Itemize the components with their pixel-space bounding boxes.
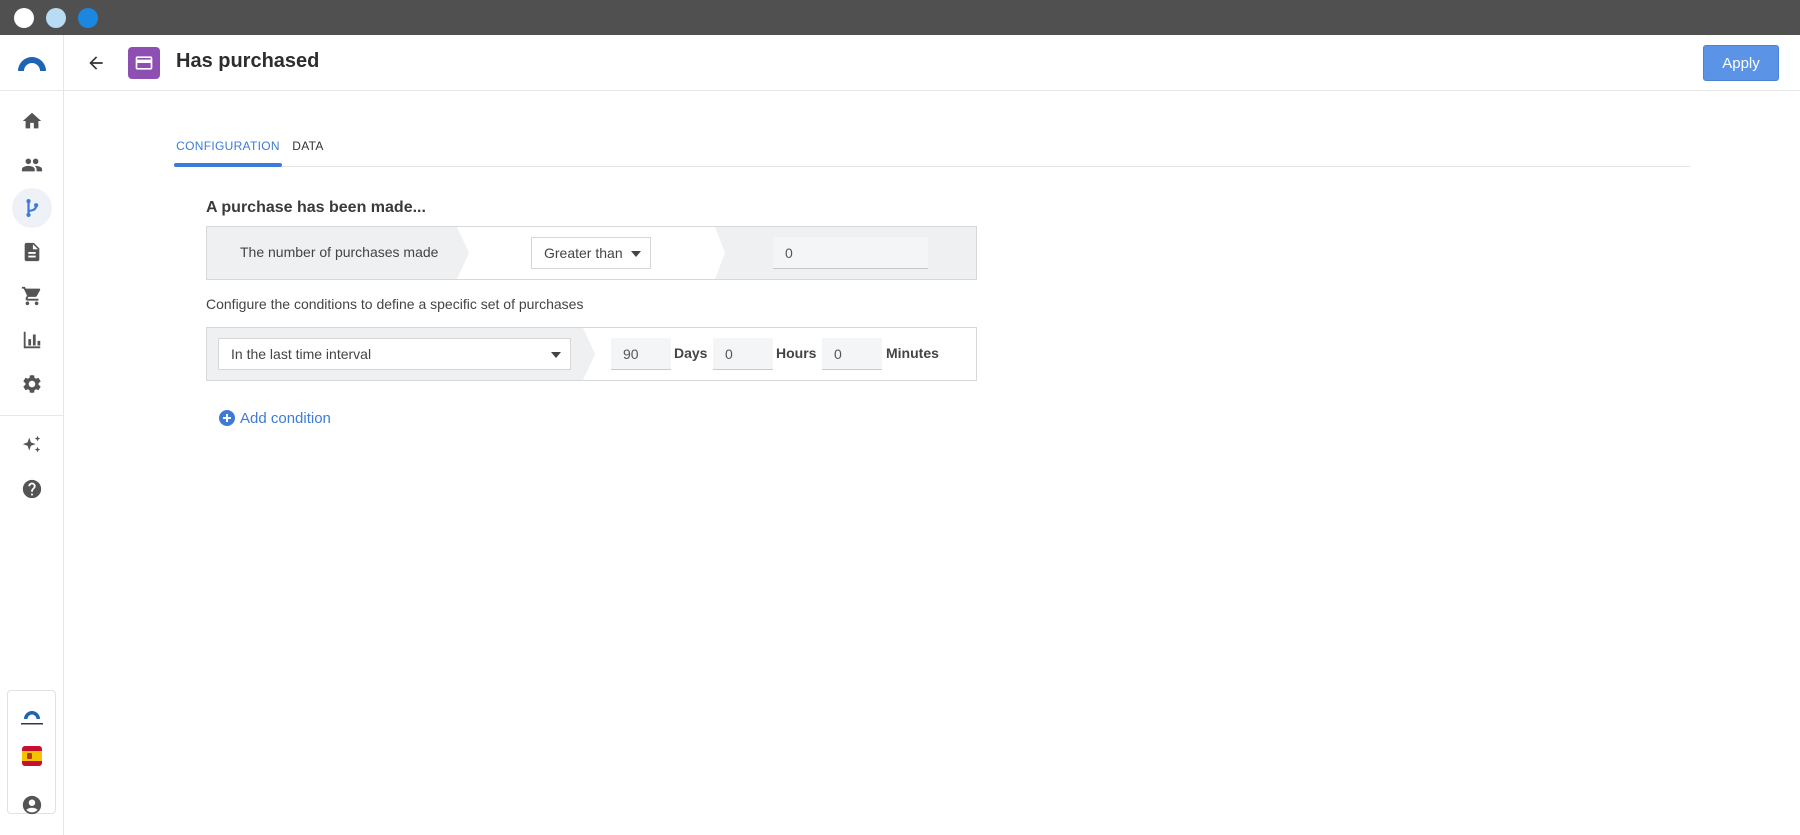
add-condition-label: Add condition xyxy=(240,409,331,427)
time-mode-select-value: In the last time interval xyxy=(231,346,372,362)
segment-arrow-icon xyxy=(457,227,469,279)
back-button[interactable] xyxy=(82,49,110,77)
sidebar-divider xyxy=(0,415,63,416)
tab-data[interactable]: DATA xyxy=(282,125,334,167)
node-type-badge xyxy=(128,47,160,79)
time-mode-select[interactable]: In the last time interval xyxy=(218,338,571,370)
sidebar-item-workflows[interactable] xyxy=(12,188,52,228)
cart-icon xyxy=(21,286,41,306)
bar-chart-icon xyxy=(23,331,41,349)
gear-icon xyxy=(23,375,41,393)
minutes-input[interactable] xyxy=(822,338,882,370)
window-close-button[interactable] xyxy=(14,8,34,28)
sidebar-item-content[interactable] xyxy=(12,232,52,272)
sparkles-icon xyxy=(22,435,41,453)
people-icon xyxy=(21,158,43,172)
sidebar-item-settings[interactable] xyxy=(12,364,52,404)
sidebar-item-help[interactable] xyxy=(12,469,52,509)
window-maximize-button[interactable] xyxy=(78,8,98,28)
minutes-label: Minutes xyxy=(886,345,939,361)
sidebar-item-purchases[interactable] xyxy=(12,276,52,316)
sidebar-item-account[interactable] xyxy=(12,785,52,825)
time-interval-condition: In the last time interval Days Hours Min… xyxy=(206,327,977,381)
language-flag-icon[interactable] xyxy=(22,746,42,766)
chevron-down-icon xyxy=(631,251,641,257)
sidebar xyxy=(0,35,64,835)
help-icon xyxy=(22,479,42,499)
brand-logo-icon[interactable] xyxy=(18,707,46,729)
document-icon xyxy=(24,242,40,262)
section-title: A purchase has been made... xyxy=(206,199,426,216)
segment-arrow-icon xyxy=(715,227,727,279)
helper-text: Configure the conditions to define a spe… xyxy=(206,296,584,312)
active-tab-indicator xyxy=(174,163,282,167)
sidebar-item-contacts[interactable] xyxy=(12,145,52,185)
days-label: Days xyxy=(674,345,708,361)
segment-arrow-icon xyxy=(583,328,595,380)
account-icon xyxy=(22,795,42,815)
credit-card-icon xyxy=(135,56,153,70)
days-input[interactable] xyxy=(611,338,671,370)
home-icon xyxy=(22,112,42,129)
add-circle-icon xyxy=(219,410,235,426)
purchase-count-input[interactable] xyxy=(773,237,928,269)
sidebar-item-ai[interactable] xyxy=(12,425,52,465)
flow-icon xyxy=(26,199,39,217)
condition-field-label: The number of purchases made xyxy=(240,244,439,260)
hours-label: Hours xyxy=(776,345,817,361)
tab-configuration[interactable]: CONFIGURATION xyxy=(174,125,282,167)
chevron-down-icon xyxy=(551,352,561,358)
sidebar-divider xyxy=(0,90,63,91)
apply-button[interactable]: Apply xyxy=(1703,45,1779,81)
window-minimize-button[interactable] xyxy=(46,8,66,28)
tab-bar: CONFIGURATION DATA xyxy=(174,125,1690,167)
operator-select-value: Greater than xyxy=(544,245,623,261)
window-titlebar xyxy=(0,0,1800,35)
app-logo-icon[interactable] xyxy=(16,53,48,73)
page-header: Has purchased Apply xyxy=(64,35,1800,91)
purchase-count-condition: The number of purchases made Greater tha… xyxy=(206,226,977,280)
page-title: Has purchased xyxy=(176,50,320,72)
sidebar-item-analytics[interactable] xyxy=(12,320,52,360)
operator-select[interactable]: Greater than xyxy=(531,237,651,269)
hours-input[interactable] xyxy=(713,338,773,370)
arrow-left-icon xyxy=(89,56,103,70)
add-condition-button[interactable]: Add condition xyxy=(219,408,331,428)
sidebar-item-home[interactable] xyxy=(12,101,52,141)
